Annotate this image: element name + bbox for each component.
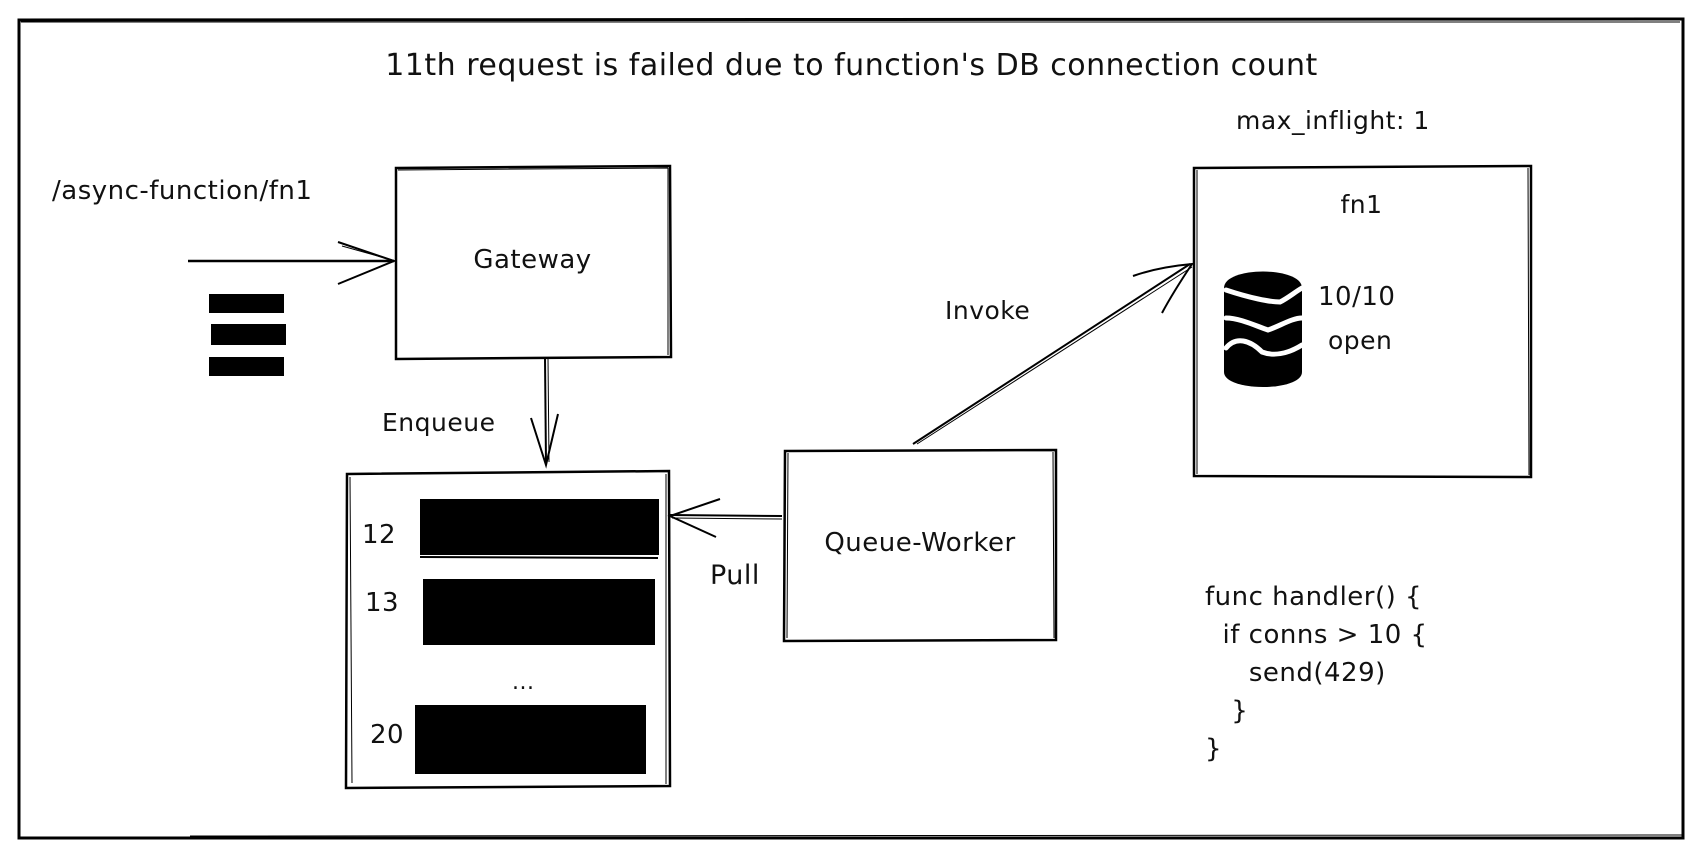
pull-label: Pull (710, 560, 760, 591)
queue-ellipsis: ... (512, 670, 535, 695)
pending-request-block (209, 357, 284, 376)
invoke-label: Invoke (945, 296, 1031, 325)
db-connection-count: 10/10 (1318, 282, 1396, 312)
code-line: if conns > 10 { (1205, 620, 1428, 650)
enqueue-label: Enqueue (382, 408, 496, 437)
code-line: func handler() { (1205, 582, 1423, 612)
diagram-title: 11th request is failed due to function's… (385, 48, 1318, 83)
pending-request-block (209, 294, 284, 313)
queue-item-id: 20 (370, 720, 405, 750)
code-line: } (1205, 696, 1249, 726)
pull-arrow (667, 498, 783, 538)
queue-worker-label: Queue-Worker (824, 528, 1016, 558)
queue-item-id: 12 (362, 520, 397, 550)
queue-item-block (420, 499, 659, 555)
database-icon (1223, 271, 1305, 387)
handler-code-block: func handler() { if conns > 10 { send(42… (1205, 578, 1428, 768)
queue-item-id: 13 (365, 588, 400, 618)
request-route-label: /async-function/fn1 (52, 176, 313, 206)
pending-request-block (211, 324, 286, 345)
max-inflight-label: max_inflight: 1 (1236, 106, 1430, 135)
function-name-label: fn1 (1340, 190, 1383, 219)
gateway-label: Gateway (473, 245, 592, 275)
diagram-canvas (17, 17, 1685, 840)
enqueue-arrow (530, 357, 559, 469)
incoming-request-arrow (188, 241, 397, 285)
code-line: send(429) (1205, 658, 1386, 688)
code-line: } (1205, 734, 1223, 764)
queue-item-block (415, 705, 646, 774)
db-connection-state: open (1328, 326, 1393, 355)
invoke-arrow (912, 262, 1194, 445)
pending-requests (209, 294, 286, 376)
queue-item-block (423, 579, 655, 645)
